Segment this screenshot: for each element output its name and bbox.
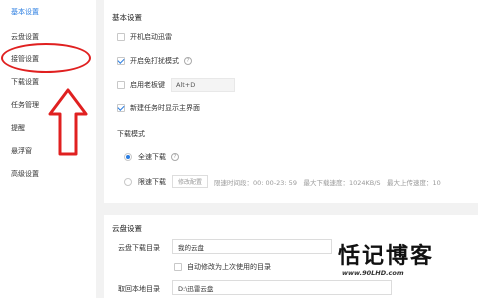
sidebar-item-label: 任务管理 [11,101,39,109]
sidebar-item-download[interactable]: 下载设置 [11,77,39,87]
annotation-arrow-icon [48,88,88,156]
sidebar-item-tasks[interactable]: 任务管理 [11,100,39,110]
startup-label: 开机启动迅雷 [130,33,172,41]
show-main-label: 新建任务时显示主界面 [130,104,200,112]
watermark-title: 恬记博客 [338,243,435,269]
modify-config-button[interactable]: 修改配置 [172,175,209,188]
watermark: 恬记博客 www.90LHD.com [338,238,478,298]
startup-option[interactable]: 开机启动迅雷 [117,32,172,42]
divider [96,0,104,298]
limit-speed-option[interactable]: 限速下载 修改配置 限速时间段：00: 00-23: 59 最大下载速度：102… [124,175,441,188]
sidebar-item-label: 高级设置 [11,170,39,178]
sidebar-item-reminder[interactable]: 提醒 [11,123,25,133]
boss-key-checkbox[interactable] [117,81,125,89]
help-icon[interactable]: ? [184,57,192,65]
no-disturb-option[interactable]: 开启免打扰模式 ? [117,56,192,66]
sidebar-item-basic[interactable]: 基本设置 [11,7,39,17]
limit-speed-label: 限速下载 [138,177,166,186]
local-dir-value: D:\迅雷云盘 [178,284,214,293]
sidebar-item-label: 云盘设置 [11,33,39,41]
sidebar-item-advanced[interactable]: 高级设置 [11,169,39,179]
sidebar-item-floating[interactable]: 悬浮窗 [11,146,32,156]
boss-key-input[interactable]: Alt+D [171,78,235,92]
sidebar-item-label: 下载设置 [11,78,39,86]
limit-speed-radio[interactable] [124,177,132,186]
startup-checkbox[interactable] [117,33,125,41]
auto-modify-label: 自动修改为上次使用的目录 [187,263,271,271]
show-main-option[interactable]: 新建任务时显示主界面 [117,103,200,113]
section-title: 云盘设置 [112,224,142,233]
section-title: 基本设置 [112,13,142,22]
cloud-download-dir-label: 云盘下载目录 [118,244,160,252]
basic-settings-section: 基本设置 开机启动迅雷 开启免打扰模式 ? 启用老板键 Alt+D 新建任务时显… [104,0,478,203]
auto-modify-checkbox[interactable] [174,263,182,271]
local-dir-label: 取回本地目录 [118,285,160,293]
watermark-url: www.90LHD.com [342,269,404,277]
sidebar: 基本设置 云盘设置 接管设置 下载设置 任务管理 提醒 悬浮窗 高级设置 [0,0,96,298]
no-disturb-checkbox[interactable] [117,57,125,65]
section-gap [104,203,478,215]
full-speed-option[interactable]: 全速下载 ? [124,152,179,162]
help-icon[interactable]: ? [171,153,179,161]
download-mode-label: 下载模式 [117,130,145,138]
no-disturb-label: 开启免打扰模式 [130,57,179,65]
cloud-download-dir-field[interactable]: 我的云盘 [172,239,332,254]
auto-modify-option[interactable]: 自动修改为上次使用的目录 [174,262,271,272]
sidebar-item-label: 悬浮窗 [11,147,32,155]
limit-info-text: 限速时间段：00: 00-23: 59 最大下载速度：1024KB/S 最大上传… [214,178,441,187]
annotation-ellipse [1,43,91,73]
sidebar-item-label: 提醒 [11,124,25,132]
boss-key-option[interactable]: 启用老板键 Alt+D [117,78,235,92]
boss-key-label: 启用老板键 [130,81,165,89]
full-speed-radio[interactable] [124,153,132,161]
sidebar-item-cloud[interactable]: 云盘设置 [11,32,39,42]
sidebar-item-label: 基本设置 [11,8,39,16]
show-main-checkbox[interactable] [117,104,125,112]
full-speed-label: 全速下载 [138,153,166,161]
